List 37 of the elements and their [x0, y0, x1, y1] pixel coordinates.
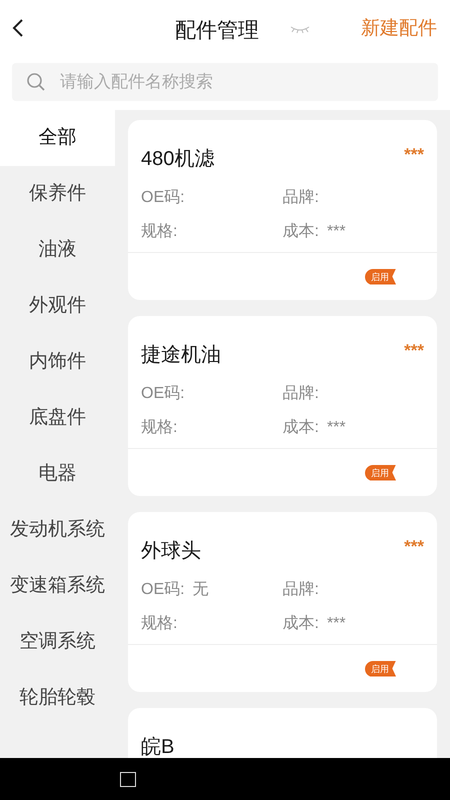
part-price: *** [404, 144, 424, 166]
field-label: 成本: [282, 614, 319, 634]
part-card[interactable]: 480机滤 *** OE码: 品牌: 规格: 成本: *** 启用 [128, 120, 437, 300]
field-label: 成本: [282, 418, 319, 438]
field-label: OE码: [141, 188, 185, 208]
back-icon[interactable] [12, 18, 24, 38]
field-label: 规格: [141, 614, 178, 634]
part-price: *** [404, 340, 424, 362]
page-title: 配件管理 [175, 18, 259, 44]
field-label: OE码: [141, 384, 185, 404]
category-item[interactable]: 全部 [0, 110, 115, 166]
status-tag: 启用 [365, 660, 396, 676]
part-price: *** [404, 536, 424, 558]
eyelashes-icon [289, 24, 311, 34]
field-label: 成本: [282, 222, 319, 242]
field-value: *** [326, 418, 346, 438]
field-label: 规格: [141, 418, 178, 438]
status-tag: 启用 [365, 464, 396, 480]
part-name: 480机滤 [141, 147, 214, 172]
field-label: OE码: [141, 580, 185, 600]
part-card[interactable]: 捷途机油 *** OE码: 品牌: 规格: 成本: *** 启用 [128, 316, 437, 496]
search-field[interactable]: 请输入配件名称搜索 [12, 63, 438, 101]
field-label: 品牌: [282, 580, 319, 600]
part-name: 外球头 [141, 539, 201, 564]
part-card[interactable]: 皖B [128, 708, 437, 758]
part-name: 捷途机油 [141, 343, 221, 368]
recents-icon[interactable] [120, 772, 136, 786]
field-label: 品牌: [282, 188, 319, 208]
field-label: 品牌: [282, 384, 319, 404]
field-value: 无 [192, 580, 209, 600]
part-card[interactable]: 外球头 *** OE码: 无 品牌: 规格: 成本: *** 启用 [128, 512, 437, 692]
part-name: 皖B [141, 735, 174, 758]
field-value: *** [326, 222, 346, 242]
status-tag: 启用 [365, 268, 396, 284]
field-value: *** [326, 614, 346, 634]
search-icon [26, 72, 46, 92]
field-label: 规格: [141, 222, 178, 242]
